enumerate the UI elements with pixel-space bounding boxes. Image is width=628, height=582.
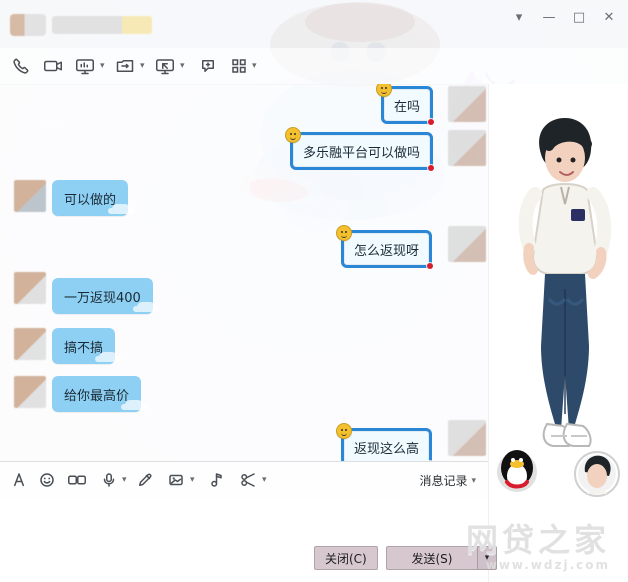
close-button-label: 关闭(C) — [325, 551, 367, 566]
video-message-icon — [66, 471, 88, 489]
toolbar-screen-share-button[interactable]: ▾ — [74, 48, 105, 84]
window-menu-chevron-icon[interactable]: ▾ — [510, 8, 528, 26]
emoji-face-icon — [285, 127, 301, 143]
file-transfer-icon — [114, 57, 136, 75]
toolbar-call-button[interactable] — [12, 48, 30, 84]
remote-assist-icon — [154, 57, 176, 75]
message-bubble-incoming: 搞不搞 — [52, 328, 118, 364]
contact-avatar-blurred — [14, 376, 46, 408]
dropdown-caret[interactable]: ▾ — [140, 61, 145, 71]
message-text: 怎么返现呀 — [354, 243, 420, 259]
close-button[interactable]: 关闭(C) — [314, 546, 378, 570]
message-text: 返现这么高 — [354, 441, 420, 457]
toolbar-apps-button[interactable]: ▾ — [230, 48, 257, 84]
send-options-caret: ▾ — [484, 553, 490, 563]
send-options-dropdown[interactable]: ▾ — [477, 546, 497, 570]
send-button-label: 发送(S) — [411, 551, 453, 566]
maximize-icon[interactable]: □ — [570, 8, 588, 26]
emoji-face-icon — [336, 225, 352, 241]
smile-icon — [38, 471, 56, 489]
image-button[interactable]: ▾ — [166, 462, 195, 498]
toolbar-whiteboard-button[interactable] — [198, 48, 218, 84]
image-icon — [166, 471, 186, 489]
right-profile-pane — [488, 84, 628, 582]
video-message-button[interactable] — [66, 462, 88, 498]
contact-avatar-blurred — [10, 14, 46, 36]
emoji-face-icon — [336, 423, 352, 439]
chat-history: 在吗 多乐融平台可以做吗 可以做的 怎么返现呀 一万返现400 搞不搞 给你最高… — [0, 84, 488, 461]
my-avatar-blurred — [448, 226, 486, 262]
music-button[interactable] — [206, 462, 224, 498]
toolbar-remote-assist-button[interactable]: ▾ — [154, 48, 185, 84]
unread-dot-icon — [427, 263, 434, 269]
message-text: 一万返现400 — [64, 290, 141, 306]
contact-name-blurred — [52, 16, 152, 34]
message-text: 搞不搞 — [64, 340, 104, 356]
video-call-icon — [42, 57, 64, 75]
title-bar: ▾ — □ ✕ — [0, 0, 628, 48]
font-format-button[interactable] — [10, 462, 28, 498]
screen-share-icon — [74, 57, 96, 75]
toolbar-video-button[interactable] — [42, 48, 64, 84]
unread-dot-icon — [428, 119, 435, 125]
scissors-icon — [238, 471, 258, 489]
send-button[interactable]: 发送(S) — [386, 546, 477, 570]
message-text: 在吗 — [394, 99, 421, 115]
message-bubble-incoming: 给你最高价 — [52, 376, 144, 412]
contact-avatar-blurred — [14, 328, 46, 360]
message-bubble-incoming: 一万返现400 — [52, 278, 155, 314]
dropdown-caret[interactable]: ▾ — [190, 475, 195, 485]
send-button-group: 发送(S) ▾ — [386, 546, 497, 570]
contact-avatar-blurred — [14, 180, 46, 212]
dropdown-caret[interactable]: ▾ — [252, 61, 257, 71]
message-bubble-outgoing: 返现这么高 — [336, 423, 433, 461]
emoji-face-icon — [376, 84, 392, 97]
my-avatar-blurred — [448, 86, 486, 122]
toolbar-file-transfer-button[interactable]: ▾ — [114, 48, 145, 84]
window-controls: ▾ — □ ✕ — [510, 8, 618, 26]
message-history-label: 消息记录 — [419, 474, 468, 488]
message-text: 多乐融平台可以做吗 — [303, 145, 421, 161]
scissors-button[interactable]: ▾ — [238, 462, 267, 498]
dropdown-caret[interactable]: ▾ — [100, 61, 105, 71]
message-history-button[interactable]: 消息记录 ▾ — [419, 472, 476, 489]
top-toolbar: ▾ ▾ ▾ ▾ — [0, 48, 628, 85]
dropdown-caret[interactable]: ▾ — [262, 475, 267, 485]
dropdown-caret[interactable]: ▾ — [122, 475, 127, 485]
emoji-button[interactable] — [38, 462, 56, 498]
message-bubble-incoming: 可以做的 — [52, 180, 131, 216]
message-bubble-outgoing: 怎么返现呀 — [336, 225, 434, 269]
my-avatar-blurred — [448, 420, 486, 456]
minimize-icon[interactable]: — — [540, 8, 558, 26]
composer-toolbar: ▾ ▾ ▾ 消息记录 ▾ — [0, 462, 488, 498]
profile-thumbnail-icon[interactable] — [574, 451, 620, 497]
close-icon[interactable]: ✕ — [600, 8, 618, 26]
call-icon — [12, 57, 30, 75]
message-bubble-outgoing: 在吗 — [376, 84, 435, 125]
avatar-character-illustration — [489, 84, 628, 582]
my-avatar-blurred — [448, 130, 486, 166]
font-icon — [10, 471, 28, 489]
pen-icon — [136, 471, 154, 489]
chat-window: ▾ — □ ✕ ▾ ▾ ▾ ▾ 在吗 多乐融平台可以做吗 可以做的 怎么返现呀 … — [0, 0, 628, 582]
message-text: 给你最高价 — [64, 388, 130, 404]
whiteboard-icon — [198, 57, 218, 75]
contact-avatar-blurred — [14, 272, 46, 304]
microphone-icon — [100, 471, 118, 489]
music-icon — [206, 471, 224, 489]
voice-input-button[interactable]: ▾ — [100, 462, 127, 498]
unread-dot-icon — [428, 165, 435, 171]
dropdown-caret[interactable]: ▾ — [180, 61, 185, 71]
apps-icon — [230, 57, 248, 75]
draw-button[interactable] — [136, 462, 154, 498]
message-text: 可以做的 — [64, 192, 117, 208]
message-bubble-outgoing: 多乐融平台可以做吗 — [285, 127, 435, 171]
message-history-caret: ▾ — [471, 475, 476, 486]
